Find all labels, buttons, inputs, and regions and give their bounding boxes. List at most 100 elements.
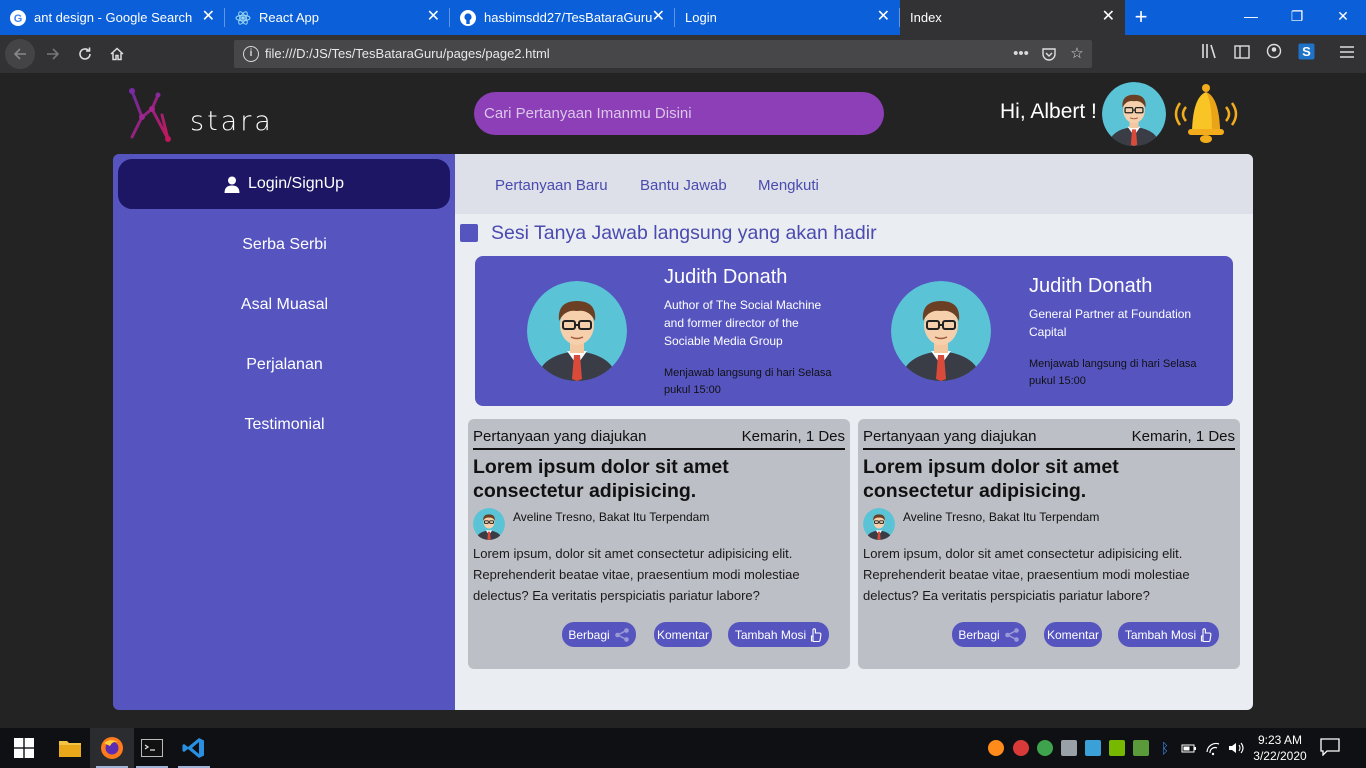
svg-text:S: S <box>1302 44 1311 59</box>
close-icon[interactable]: ✕ <box>1102 9 1115 25</box>
tab-title: ant design - Google Search <box>34 10 193 25</box>
close-icon[interactable]: ✕ <box>427 9 440 25</box>
account-icon[interactable] <box>1263 43 1285 65</box>
library-icon[interactable] <box>1199 43 1221 65</box>
share-button[interactable]: Berbagi <box>952 622 1026 647</box>
pocket-icon[interactable] <box>1038 43 1060 69</box>
bluetooth-icon[interactable]: ᛒ <box>1157 740 1173 756</box>
window-close-button[interactable]: ✕ <box>1320 0 1366 35</box>
comment-button[interactable]: Komentar <box>1044 622 1102 647</box>
forward-button[interactable] <box>38 39 68 69</box>
close-icon[interactable]: ✕ <box>652 9 665 25</box>
notification-bell-icon[interactable] <box>1172 83 1240 147</box>
file-explorer-icon[interactable] <box>48 728 92 768</box>
browser-nav-bar: i file:///D:/JS/Tes/TesBataraGuru/pages/… <box>0 35 1366 73</box>
question-title[interactable]: Lorem ipsum dolor sit amet consectetur a… <box>473 455 843 503</box>
minimize-button[interactable]: — <box>1228 0 1274 35</box>
share-label: Berbagi <box>568 627 610 642</box>
tab-title: hasbimsdd27/TesBataraGuru <box>484 10 653 25</box>
tab-title: Login <box>685 10 717 25</box>
home-button[interactable] <box>102 39 132 69</box>
windows-taskbar: ᛒ 9:23 AM 3/22/2020 <box>0 728 1366 768</box>
volume-icon[interactable] <box>1228 740 1244 756</box>
tab-bantu-jawab[interactable]: Bantu Jawab <box>640 177 727 194</box>
back-button[interactable] <box>5 39 35 69</box>
close-icon[interactable]: ✕ <box>202 9 215 25</box>
sidebar-item-serba-serbi[interactable]: Serba Serbi <box>113 236 456 254</box>
share-icon <box>614 627 629 642</box>
logo[interactable]: stara <box>128 87 288 143</box>
sync-tray-icon[interactable] <box>1037 740 1053 756</box>
author-name[interactable]: Aveline Tresno, Bakat Itu Terpendam <box>513 510 709 524</box>
device-tray-icon[interactable] <box>1061 740 1077 756</box>
live-session-banner: Judith Donath Author of The Social Machi… <box>475 256 1233 406</box>
browser-tab[interactable]: G ant design - Google Search ✕ <box>0 0 225 35</box>
sidebar-item-asal-muasal[interactable]: Asal Muasal <box>113 296 456 314</box>
comment-button[interactable]: Komentar <box>654 622 712 647</box>
google-icon: G <box>10 9 26 26</box>
web-page: stara Hi, Albert ! <box>0 73 1366 728</box>
browser-tab-bar: G ant design - Google Search ✕ React App… <box>0 0 1366 35</box>
question-title[interactable]: Lorem ipsum dolor sit amet consectetur a… <box>863 455 1233 503</box>
browser-tab[interactable]: Login ✕ <box>675 0 900 35</box>
speaker-avatar <box>527 281 627 381</box>
more-actions-icon[interactable]: ••• <box>1010 43 1032 65</box>
search-input[interactable] <box>474 92 884 135</box>
extension-icon[interactable]: S <box>1295 43 1317 65</box>
add-motion-button[interactable]: Tambah Mosi <box>728 622 829 647</box>
tab-mengkuti[interactable]: Mengkuti <box>758 177 819 194</box>
browser-tab-active[interactable]: Index ✕ <box>900 0 1125 35</box>
question-card[interactable]: Pertanyaan yang diajukan Kemarin, 1 Des … <box>858 419 1240 669</box>
vscode-icon[interactable] <box>172 728 216 768</box>
browser-tab[interactable]: React App ✕ <box>225 0 450 35</box>
browser-tab[interactable]: hasbimsdd27/TesBataraGuru ✕ <box>450 0 675 35</box>
avast-icon[interactable] <box>988 740 1004 756</box>
tab-pertanyaan-baru[interactable]: Pertanyaan Baru <box>495 177 608 194</box>
nvidia-icon[interactable] <box>1109 740 1125 756</box>
greeting-text: Hi, Albert ! <box>1000 100 1097 123</box>
speaker-name: Judith Donath <box>1029 275 1153 297</box>
share-icon <box>1004 627 1019 642</box>
firefox-taskbar-icon[interactable] <box>90 728 134 768</box>
speaker-avatar <box>891 281 991 381</box>
question-card[interactable]: Pertanyaan yang diajukan Kemarin, 1 Des … <box>468 419 850 669</box>
sidebar-toggle-icon[interactable] <box>1231 43 1253 65</box>
card-date: Kemarin, 1 Des <box>1131 428 1235 445</box>
browser-tray-icon[interactable] <box>1013 740 1029 756</box>
share-button[interactable]: Berbagi <box>562 622 636 647</box>
terminal-icon[interactable] <box>130 728 174 768</box>
add-motion-label: Tambah Mosi <box>1124 627 1197 642</box>
reload-button[interactable] <box>70 39 100 69</box>
address-bar[interactable]: i file:///D:/JS/Tes/TesBataraGuru/pages/… <box>234 40 1092 68</box>
user-avatar[interactable] <box>1102 82 1166 146</box>
notification-center-icon[interactable] <box>1320 738 1346 758</box>
info-icon[interactable]: i <box>243 46 259 62</box>
restore-button[interactable]: ❐ <box>1274 0 1320 35</box>
stara-logo-icon <box>129 88 171 142</box>
sidebar-item-perjalanan[interactable]: Perjalanan <box>113 356 456 374</box>
windows-start-icon[interactable] <box>2 728 46 768</box>
comment-label: Komentar <box>656 627 710 642</box>
share-label: Berbagi <box>958 627 1000 642</box>
wifi-icon[interactable] <box>1205 740 1221 756</box>
close-icon[interactable]: ✕ <box>877 9 890 25</box>
login-signup-button[interactable]: Login/SignUp <box>118 159 450 209</box>
react-icon <box>235 10 251 26</box>
new-tab-button[interactable]: + <box>1128 3 1154 31</box>
logo-text: stara <box>190 106 274 137</box>
section-title: Sesi Tanya Jawab langsung yang akan hadi… <box>491 222 877 244</box>
card-header: Pertanyaan yang diajukan Kemarin, 1 Des <box>863 428 1235 450</box>
question-body: Lorem ipsum, dolor sit amet consectetur … <box>863 546 1190 603</box>
battery-icon[interactable] <box>1181 740 1197 756</box>
bookmark-star-icon[interactable]: ☆ <box>1066 43 1088 65</box>
sidebar-item-testimonial[interactable]: Testimonial <box>113 416 456 434</box>
add-motion-label: Tambah Mosi <box>734 627 807 642</box>
clock-time: 9:23 AM <box>1257 733 1303 747</box>
app-tray-icon[interactable] <box>1085 740 1101 756</box>
menu-icon[interactable] <box>1336 43 1358 65</box>
url-text[interactable]: file:///D:/JS/Tes/TesBataraGuru/pages/pa… <box>265 46 550 61</box>
add-motion-button[interactable]: Tambah Mosi <box>1118 622 1219 647</box>
graphics-tray-icon[interactable] <box>1133 740 1149 756</box>
author-name[interactable]: Aveline Tresno, Bakat Itu Terpendam <box>903 510 1099 524</box>
system-clock[interactable]: 9:23 AM 3/22/2020 <box>1248 732 1312 764</box>
